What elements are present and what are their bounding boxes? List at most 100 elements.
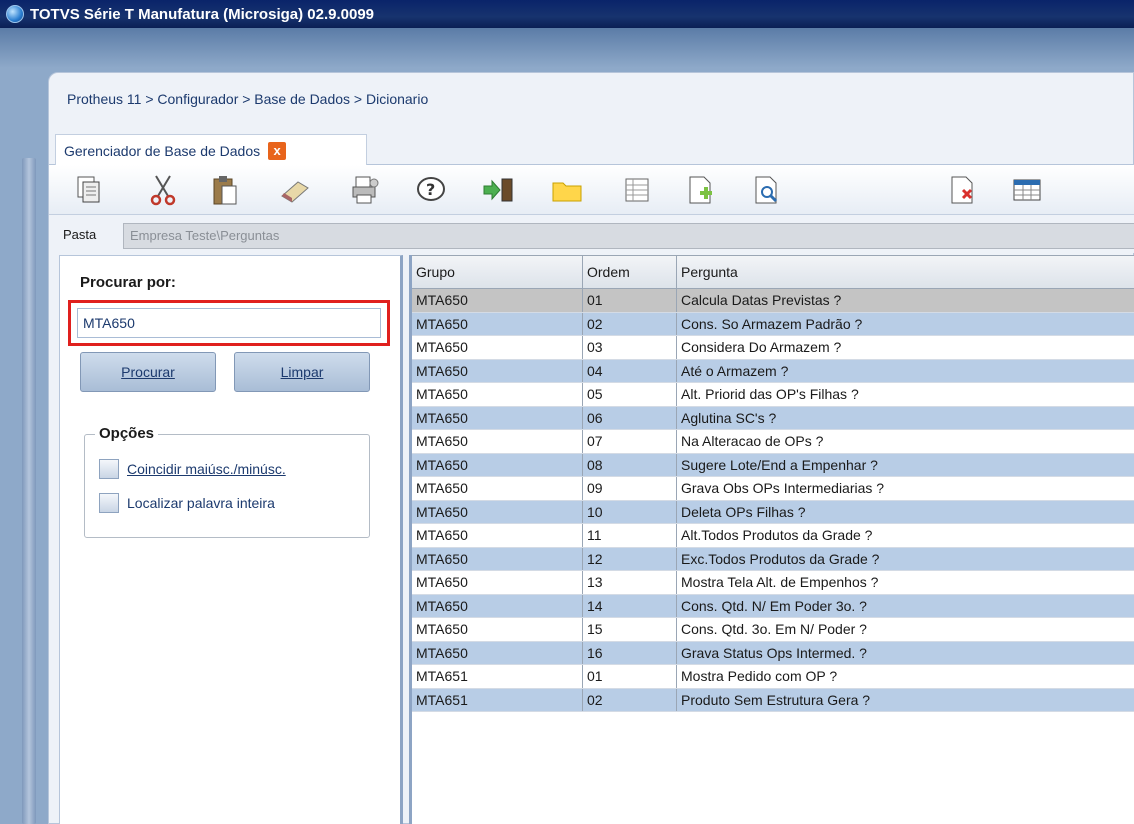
cell-ordem: 07 [583,430,677,453]
cell-pergunta: Mostra Pedido com OP ? [681,668,838,685]
table-row[interactable]: MTA650 11 Alt.Todos Produtos da Grade ? [412,524,1134,548]
option-match-case[interactable]: Coincidir maiúsc./minúsc. [99,459,286,479]
cell-grupo: MTA650 [412,524,583,547]
procurar-button[interactable]: Procurar [80,352,216,392]
cell-grupo: MTA650 [412,430,583,453]
folder-icon[interactable] [549,173,585,207]
header-ordem[interactable]: Ordem [583,256,677,288]
help-icon[interactable]: ? [413,173,449,207]
preview-icon[interactable] [749,173,785,207]
tab-label: Gerenciador de Base de Dados [64,142,261,159]
table-row[interactable]: MTA650 06 Aglutina SC's ? [412,406,1134,430]
cell-ordem: 10 [583,500,677,523]
limpar-button[interactable]: Limpar [234,352,370,392]
copy-icon[interactable] [71,173,107,207]
table-icon[interactable] [1009,173,1045,207]
table-row[interactable]: MTA650 13 Mostra Tela Alt. de Empenhos ? [412,571,1134,595]
cell-grupo: MTA651 [412,665,583,688]
table-row[interactable]: MTA650 16 Grava Status Ops Intermed. ? [412,641,1134,665]
app-logo-icon [6,5,24,23]
print-icon[interactable] [347,173,383,207]
grid-icon[interactable] [619,173,655,207]
table-row[interactable]: MTA650 07 Na Alteracao de OPs ? [412,430,1134,454]
toolbar: ? [49,165,1134,215]
close-tab-icon[interactable]: x [268,141,287,160]
cell-ordem: 01 [583,665,677,688]
search-input-highlight [68,300,390,346]
cell-grupo: MTA650 [412,289,583,312]
cell-pergunta: Exc.Todos Produtos da Grade ? [681,550,880,567]
cell-grupo: MTA650 [412,500,583,523]
cell-pergunta: Grava Status Ops Intermed. ? [681,644,867,661]
cell-ordem: 15 [583,618,677,641]
cell-ordem: 02 [583,688,677,711]
cell-pergunta: Cons. Qtd. N/ Em Poder 3o. ? [681,597,867,614]
header-grupo[interactable]: Grupo [412,256,583,288]
cell-grupo: MTA650 [412,312,583,335]
grid-rows: MTA650 01 Calcula Datas Previstas ? MTA650 0… [412,289,1134,712]
cell-pergunta: Cons. So Armazem Padrão ? [681,315,863,332]
cell-ordem: 04 [583,359,677,382]
cell-pergunta: Cons. Qtd. 3o. Em N/ Poder ? [681,621,867,638]
svg-text:?: ? [426,180,435,199]
option-whole-word[interactable]: Localizar palavra inteira [99,493,275,513]
table-row[interactable]: MTA650 05 Alt. Priorid das OP's Filhas ? [412,383,1134,407]
match-case-label: Coincidir maiúsc./minúsc. [127,461,286,477]
paste-icon[interactable] [207,173,243,207]
add-doc-icon[interactable] [683,173,719,207]
cell-ordem: 11 [583,524,677,547]
cell-grupo: MTA650 [412,547,583,570]
search-title: Procurar por: [80,274,176,291]
cell-pergunta: Sugere Lote/End a Empenhar ? [681,456,878,473]
cell-grupo: MTA650 [412,594,583,617]
table-row[interactable]: MTA651 01 Mostra Pedido com OP ? [412,665,1134,689]
cell-ordem: 06 [583,406,677,429]
breadcrumb: Protheus 11 > Configurador > Base de Dad… [67,91,429,107]
table-row[interactable]: MTA651 02 Produto Sem Estrutura Gera ? [412,688,1134,712]
table-row[interactable]: MTA650 10 Deleta OPs Filhas ? [412,500,1134,524]
cell-grupo: MTA650 [412,406,583,429]
options-title: Opções [95,425,159,442]
table-row[interactable]: MTA650 09 Grava Obs OPs Intermediarias ? [412,477,1134,501]
table-row[interactable]: MTA650 03 Considera Do Armazem ? [412,336,1134,360]
table-row[interactable]: MTA650 02 Cons. So Armazem Padrão ? [412,312,1134,336]
side-scroll-rail[interactable] [22,158,36,824]
cell-ordem: 08 [583,453,677,476]
cell-ordem: 03 [583,336,677,359]
cell-ordem: 12 [583,547,677,570]
cell-grupo: MTA650 [412,336,583,359]
table-row[interactable]: MTA650 08 Sugere Lote/End a Empenhar ? [412,453,1134,477]
cell-pergunta: Alt. Priorid das OP's Filhas ? [681,386,859,403]
pasta-label: Pasta [63,227,97,242]
window-title: TOTVS Série T Manufatura (Microsiga) 02.… [30,5,375,23]
header-pergunta[interactable]: Pergunta [677,256,1134,288]
table-row[interactable]: MTA650 15 Cons. Qtd. 3o. Em N/ Poder ? [412,618,1134,642]
eraser-icon[interactable] [277,173,313,207]
table-row[interactable]: MTA650 14 Cons. Qtd. N/ Em Poder 3o. ? [412,594,1134,618]
cell-ordem: 16 [583,641,677,664]
whole-word-checkbox[interactable] [99,493,119,513]
exit-icon[interactable] [481,173,517,207]
search-input[interactable] [77,308,381,338]
main-panel: Protheus 11 > Configurador > Base de Dad… [48,72,1134,824]
cell-pergunta: Calcula Datas Previstas ? [681,292,842,309]
cut-icon[interactable] [145,173,181,207]
cell-pergunta: Produto Sem Estrutura Gera ? [681,691,871,708]
table-row[interactable]: MTA650 01 Calcula Datas Previstas ? [412,289,1134,313]
cell-grupo: MTA650 [412,618,583,641]
results-grid: Grupo Ordem Pergunta MTA650 01 Calcula Dat… [409,255,1134,824]
pasta-row: Pasta Empresa Teste\Perguntas [49,215,1134,253]
table-row[interactable]: MTA650 04 Até o Armazem ? [412,359,1134,383]
match-case-checkbox[interactable] [99,459,119,479]
cell-pergunta: Na Alteracao de OPs ? [681,433,824,450]
grid-header: Grupo Ordem Pergunta [412,255,1134,289]
cell-ordem: 05 [583,383,677,406]
table-row[interactable]: MTA650 12 Exc.Todos Produtos da Grade ? [412,547,1134,571]
cell-pergunta: Aglutina SC's ? [681,409,777,426]
pasta-field: Empresa Teste\Perguntas [123,223,1134,249]
delete-doc-icon[interactable] [945,173,981,207]
cell-pergunta: Deleta OPs Filhas ? [681,503,806,520]
cell-pergunta: Alt.Todos Produtos da Grade ? [681,527,873,544]
tab-gerenciador[interactable]: Gerenciador de Base de Dados x [55,134,367,166]
cell-grupo: MTA650 [412,641,583,664]
